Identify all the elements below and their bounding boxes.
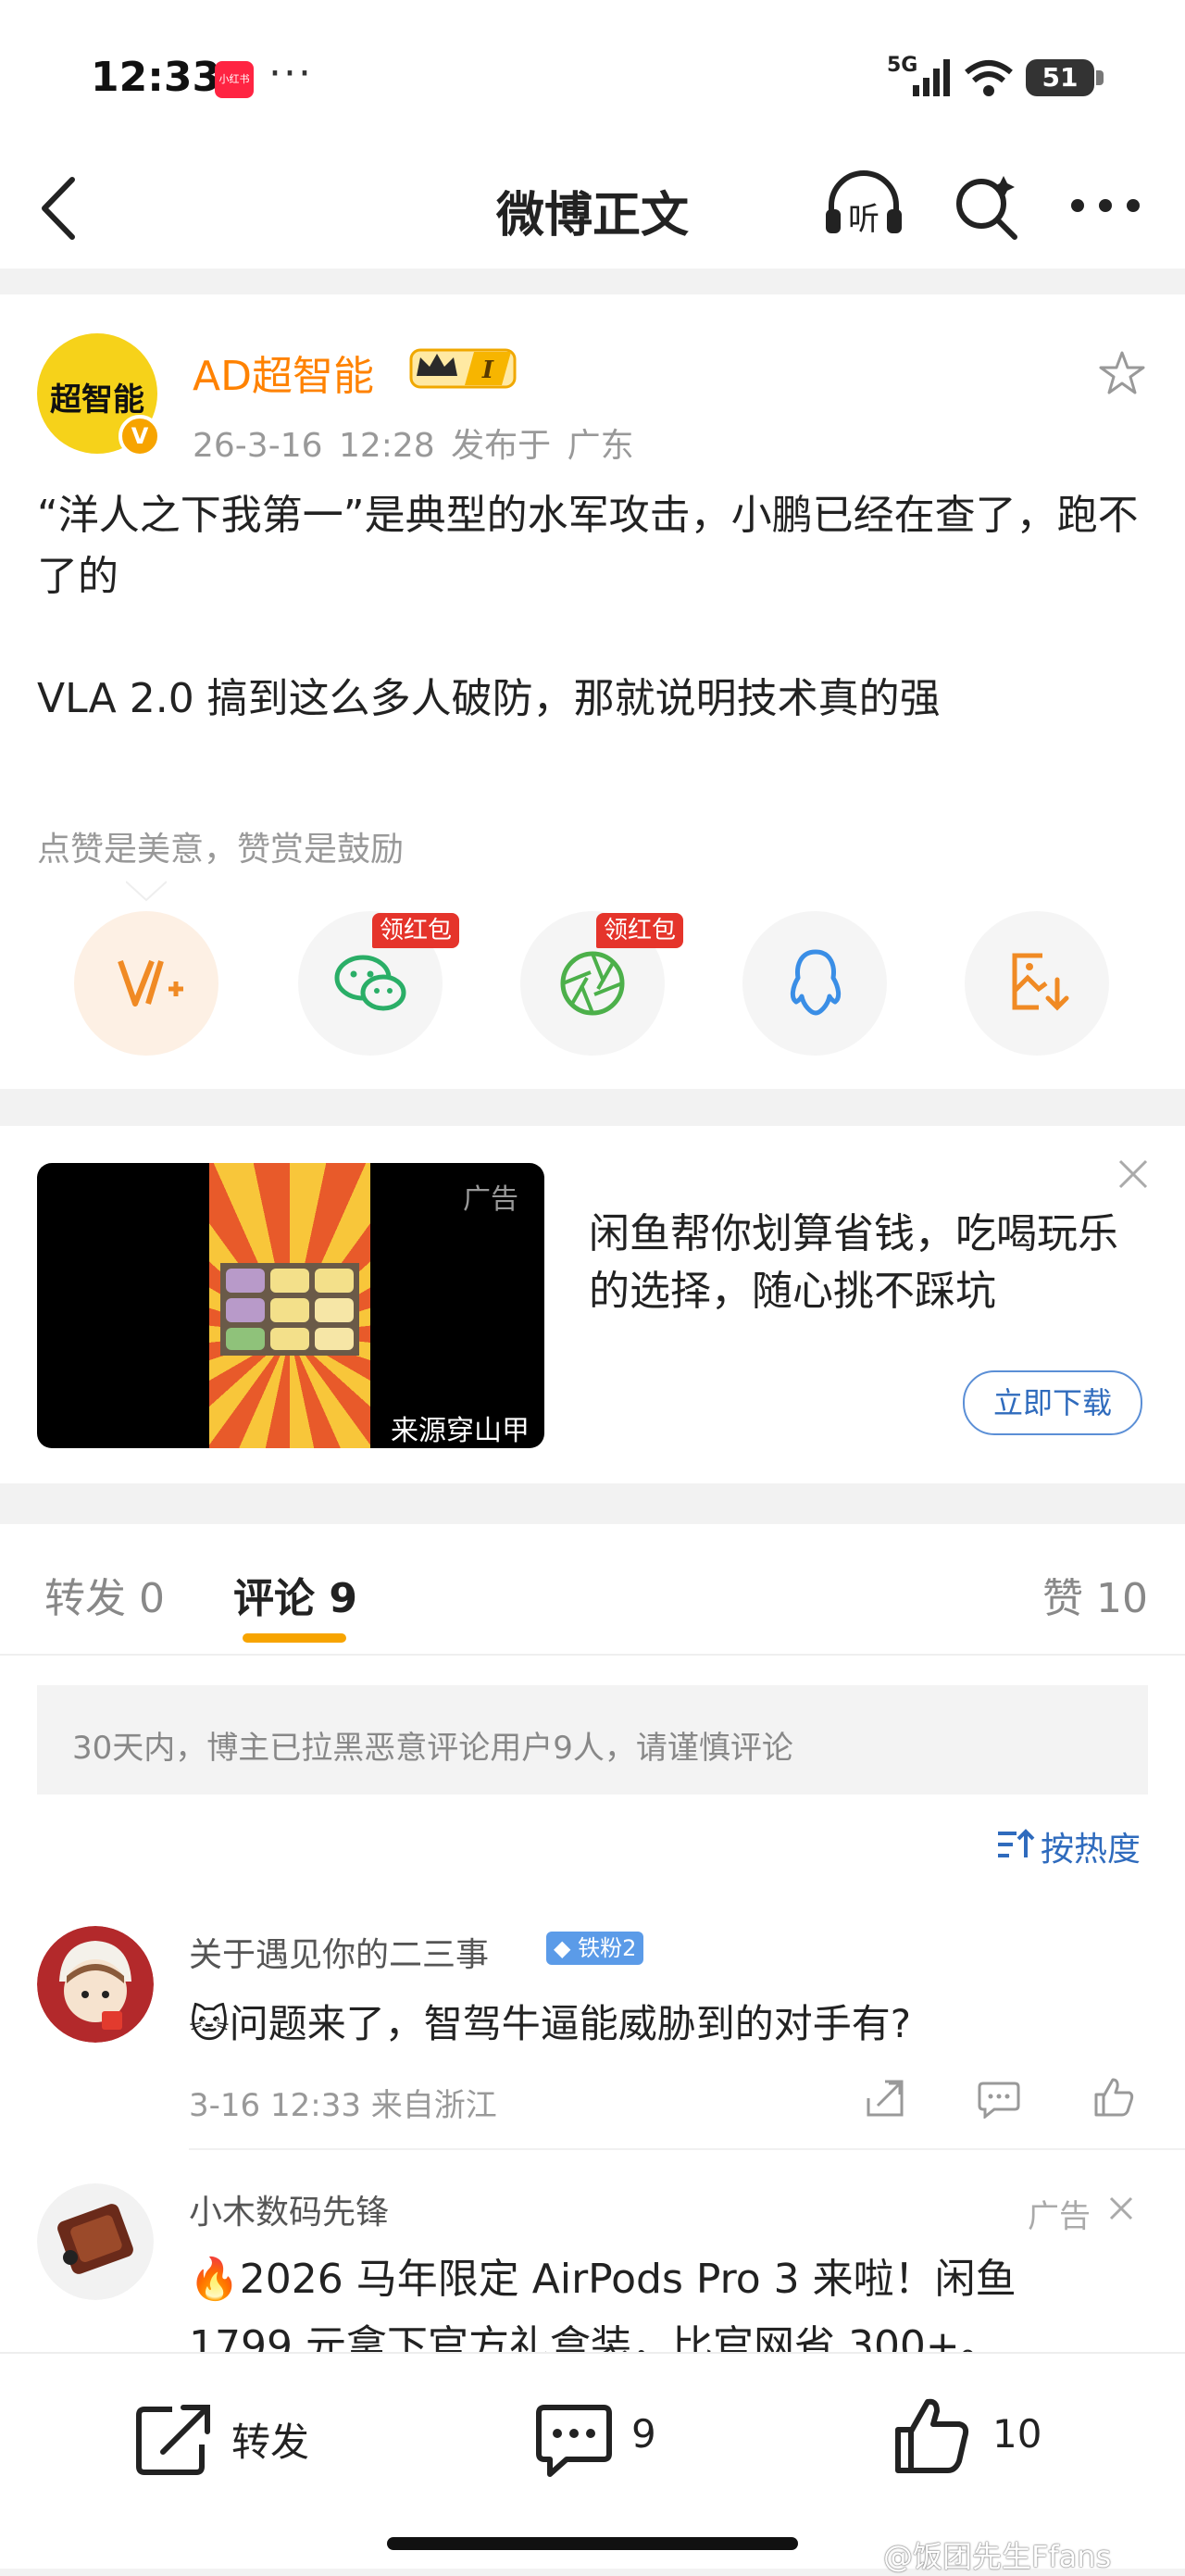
- comment-text: 🐱问题来了，智驾牛逼能威胁到的对手有?: [189, 2001, 912, 2046]
- commenter-name[interactable]: 关于遇见你的二三事: [189, 1928, 489, 1976]
- reward-v-icon: [118, 959, 183, 1007]
- comment-divider: [189, 2148, 1185, 2150]
- watermark: @饭团先生Ffans: [883, 2539, 1112, 2574]
- search-icon[interactable]: [952, 170, 1022, 241]
- sort-by-hot[interactable]: 按热度: [1041, 1822, 1141, 1870]
- close-ad-icon[interactable]: [1115, 1156, 1152, 1193]
- save-image-icon: [1012, 953, 1069, 1011]
- post-line-2: VLA 2.0 搞到这么多人破防，那就说明技术真的强: [37, 675, 941, 722]
- svg-text:I: I: [481, 356, 494, 384]
- repost-label[interactable]: 转发: [231, 2411, 309, 2468]
- comment-notice: 30天内，博主已拉黑恶意评论用户9人，请谨慎评论: [72, 1730, 793, 1767]
- qq-penguin-icon: [790, 949, 842, 1016]
- comment-icon[interactable]: [535, 2404, 613, 2478]
- like-icon[interactable]: [894, 2396, 972, 2476]
- author-avatar-text: 超智能: [50, 381, 144, 419]
- comment-reply-icon[interactable]: [978, 2080, 1020, 2119]
- home-indicator[interactable]: [387, 2537, 798, 2550]
- moments-aperture-icon: [560, 951, 625, 1016]
- ad-source: 来源穿山甲: [391, 1415, 530, 1447]
- fan-level: 铁粉2: [578, 1935, 637, 1961]
- ad-food-tray: [220, 1263, 359, 1356]
- fire-emoji-icon: 🔥: [189, 2256, 240, 2303]
- verified-badge-icon: V: [118, 415, 161, 457]
- battery-cap: [1096, 70, 1104, 85]
- wechat-icon: [334, 955, 406, 1011]
- reward-tip: 点赞是美意，赞赏是鼓励: [37, 831, 405, 869]
- status-time: 12:33: [91, 54, 221, 101]
- ad-label: 广告: [1028, 2198, 1091, 2235]
- sort-icon[interactable]: [996, 1828, 1035, 1861]
- red-packet-badge: 领红包: [596, 913, 684, 948]
- download-button[interactable]: 立即下载: [963, 1370, 1142, 1435]
- like-count[interactable]: 10: [992, 2411, 1042, 2457]
- listen-headphones-icon[interactable]: 听: [822, 167, 905, 241]
- signal-icon: [913, 59, 950, 96]
- doge-emoji-icon: 🐱: [189, 2001, 230, 2046]
- close-ad-icon[interactable]: [1107, 2195, 1135, 2222]
- commenter-avatar[interactable]: [37, 1926, 154, 2043]
- tab-repost[interactable]: 转发 0: [44, 1565, 165, 1624]
- post-line-1: “洋人之下我第一”是典型的水军攻击，小鹏已经在查了，跑不了的: [37, 492, 1139, 600]
- iron-fan-badge: ◆ 铁粉2: [546, 1932, 644, 1965]
- comment-share-icon[interactable]: [865, 2078, 905, 2119]
- wifi-icon: [965, 60, 1013, 96]
- svg-text:听: 听: [848, 201, 879, 238]
- divider: [0, 1654, 1185, 1656]
- favorite-star-icon[interactable]: [1098, 350, 1146, 396]
- comment-meta: 3-16 12:33 来自浙江: [189, 2087, 497, 2124]
- battery-icon: 51: [1026, 59, 1094, 96]
- repost-icon[interactable]: [135, 2402, 213, 2476]
- author-name[interactable]: AD超智能: [193, 343, 374, 402]
- comment-like-icon[interactable]: [1092, 2076, 1135, 2119]
- more-icon[interactable]: [1068, 196, 1142, 215]
- member-crown-badge-icon: I: [409, 348, 517, 389]
- commenter-avatar[interactable]: [37, 2183, 154, 2300]
- comment-count[interactable]: 9: [631, 2411, 656, 2457]
- post-content: “洋人之下我第一”是典型的水军攻击，小鹏已经在查了，跑不了的 VLA 2.0 搞…: [37, 485, 1148, 730]
- tip-pointer: [126, 881, 167, 902]
- tab-likes[interactable]: 赞 10: [1042, 1565, 1148, 1624]
- app-notification-icon: 小红书: [215, 61, 254, 98]
- commenter-name[interactable]: 小木数码先锋: [189, 2185, 389, 2233]
- ad-label: 广告: [463, 1183, 518, 1216]
- active-tab-indicator: [243, 1633, 346, 1643]
- red-packet-badge: 领红包: [372, 913, 460, 948]
- tab-comments[interactable]: 评论 9: [233, 1565, 357, 1624]
- status-more-indicator: ···: [268, 50, 313, 97]
- ad-description[interactable]: 闲鱼帮你划算省钱，吃喝玩乐的选择，随心挑不踩坑: [589, 1206, 1135, 1320]
- post-meta: 26-3-16 12:28 发布于 广东: [193, 427, 634, 465]
